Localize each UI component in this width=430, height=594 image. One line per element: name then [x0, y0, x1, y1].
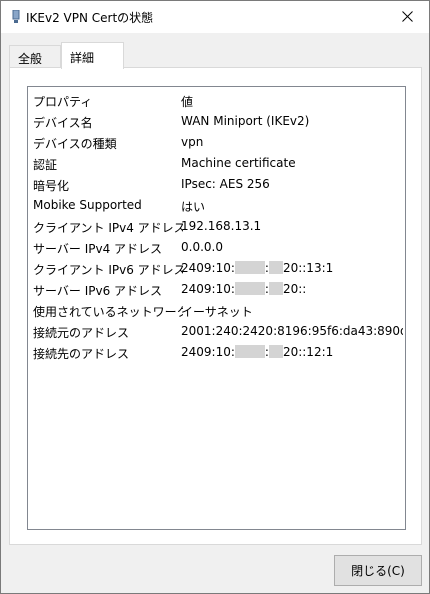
property-value: 2001:240:2420:8196:95f6:da43:890d:... — [181, 324, 403, 338]
list-item[interactable]: クライアント IPv6 アドレス 2409:10::20::13:1 — [28, 258, 405, 279]
redacted-block — [234, 261, 265, 274]
property-name: 認証 — [33, 158, 58, 172]
vpn-connection-icon — [11, 9, 21, 24]
properties-list[interactable]: プロパティ 値 デバイス名 WAN Miniport (IKEv2) デバイスの… — [27, 86, 406, 530]
property-name: 接続先のアドレス — [33, 347, 130, 361]
header-value: 値 — [181, 95, 194, 109]
close-icon — [401, 11, 413, 22]
close-button[interactable]: 閉じる(C) — [334, 555, 422, 586]
list-item[interactable]: 認証 Machine certificate — [28, 153, 405, 174]
property-name: サーバー IPv4 アドレス — [33, 242, 163, 256]
property-value: IPsec: AES 256 — [181, 177, 270, 191]
property-value: Machine certificate — [181, 156, 296, 170]
list-item[interactable]: 接続先のアドレス 2409:10::20::12:1 — [28, 342, 405, 363]
list-item[interactable]: 接続元のアドレス 2001:240:2420:8196:95f6:da43:89… — [28, 321, 405, 342]
property-value: WAN Miniport (IKEv2) — [181, 114, 310, 128]
title-bar[interactable]: IKEv2 VPN Certの状態 — [1, 1, 429, 33]
list-item[interactable]: クライアント IPv4 アドレス 192.168.13.1 — [28, 216, 405, 237]
redacted-block — [268, 345, 283, 358]
property-value: 2409:10::20::13:1 — [181, 261, 334, 275]
property-name: クライアント IPv4 アドレス — [33, 221, 183, 235]
property-value: はい — [181, 200, 206, 214]
list-item[interactable]: デバイスの種類 vpn — [28, 132, 405, 153]
list-header-row: プロパティ 値 — [28, 90, 405, 111]
property-name: デバイスの種類 — [33, 137, 117, 151]
redacted-block — [234, 345, 265, 358]
property-name: 暗号化 — [33, 179, 70, 193]
list-item[interactable]: 暗号化 IPsec: AES 256 — [28, 174, 405, 195]
property-value: 2409:10::20::12:1 — [181, 345, 334, 359]
tab-details[interactable]: 詳細 — [61, 42, 124, 69]
property-value: vpn — [181, 135, 204, 149]
list-item[interactable]: 使用されているネットワーク ... イーサネット — [28, 300, 405, 321]
window-close-button[interactable] — [385, 1, 429, 32]
details-panel: プロパティ 値 デバイス名 WAN Miniport (IKEv2) デバイスの… — [9, 67, 422, 545]
property-name: 使用されているネットワーク ... — [33, 305, 183, 319]
property-name: Mobike Supported — [33, 198, 142, 212]
vpn-status-dialog: IKEv2 VPN Certの状態 全般 詳細 プロパティ 値 デバイス名 WA… — [0, 0, 430, 594]
property-name: 接続元のアドレス — [33, 326, 130, 340]
property-value: 2409:10::20:: — [181, 282, 307, 296]
window-title: IKEv2 VPN Certの状態 — [26, 11, 154, 25]
redacted-block — [268, 282, 283, 295]
header-property: プロパティ — [33, 95, 93, 109]
redacted-block — [268, 261, 283, 274]
property-value: 192.168.13.1 — [181, 219, 262, 233]
property-name: デバイス名 — [33, 116, 93, 130]
property-value: 0.0.0.0 — [181, 240, 223, 254]
list-item[interactable]: サーバー IPv4 アドレス 0.0.0.0 — [28, 237, 405, 258]
tab-strip: 全般 詳細 — [9, 42, 419, 69]
tab-general[interactable]: 全般 — [9, 45, 61, 68]
property-name: サーバー IPv6 アドレス — [33, 284, 163, 298]
redacted-block — [234, 282, 265, 295]
property-name: クライアント IPv6 アドレス — [33, 263, 183, 277]
list-item[interactable]: Mobike Supported はい — [28, 195, 405, 216]
list-item[interactable]: デバイス名 WAN Miniport (IKEv2) — [28, 111, 405, 132]
list-item[interactable]: サーバー IPv6 アドレス 2409:10::20:: — [28, 279, 405, 300]
property-value: イーサネット — [181, 305, 253, 319]
